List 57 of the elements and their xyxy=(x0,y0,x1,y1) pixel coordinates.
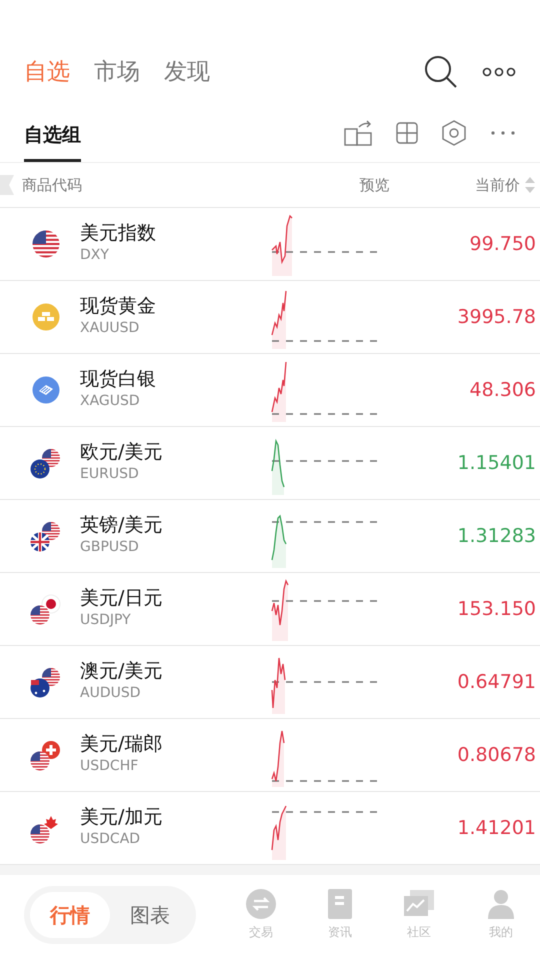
grid-icon[interactable] xyxy=(396,122,418,144)
more-icon[interactable] xyxy=(482,66,516,78)
price: 1.31283 xyxy=(456,524,537,549)
instrument-code: AUDUSD xyxy=(80,684,142,703)
instrument-name: 美元/瑞郎 xyxy=(80,733,164,756)
price: 1.15401 xyxy=(456,450,537,476)
instrument-code: USDCHF xyxy=(80,756,140,776)
price: 1.41201 xyxy=(456,816,537,841)
ingot-icon xyxy=(32,303,60,331)
price: 99.750 xyxy=(468,232,537,257)
settings-icon[interactable] xyxy=(442,120,466,146)
price: 153.150 xyxy=(456,596,537,622)
flag-icon xyxy=(32,230,60,258)
flag-icon xyxy=(30,447,62,479)
flag-icon xyxy=(30,520,62,552)
top-tab[interactable]: 自选 xyxy=(24,54,70,90)
flag-icon xyxy=(30,593,62,625)
instrument-code: GBPUSD xyxy=(80,538,140,557)
price: 0.64791 xyxy=(456,670,537,695)
price: 48.306 xyxy=(468,378,537,403)
search-icon[interactable] xyxy=(424,55,458,89)
column-header[interactable]: 当前价 xyxy=(475,174,520,196)
nav-tab[interactable]: 资讯 xyxy=(328,923,352,941)
top-tab[interactable]: 发现 xyxy=(164,54,210,90)
instrument-name: 美元指数 xyxy=(80,222,157,245)
flag-icon xyxy=(30,666,62,698)
price: 0.80678 xyxy=(456,742,537,768)
instrument-code: XAGUSD xyxy=(80,392,141,411)
chart-icon xyxy=(404,889,434,919)
column-header: 预览 xyxy=(360,174,390,196)
instrument-name: 美元/日元 xyxy=(80,587,164,610)
instrument-code: XAUUSD xyxy=(80,318,140,338)
bullion-icon xyxy=(32,376,60,404)
instrument-code: USDJPY xyxy=(80,610,132,630)
instrument-name: 现货白银 xyxy=(80,368,157,391)
group-tab[interactable]: 自选组 xyxy=(24,120,81,162)
nav-tab[interactable]: 我的 xyxy=(489,923,513,941)
instrument-name: 欧元/美元 xyxy=(80,441,164,464)
instrument-name: 英镑/美元 xyxy=(80,514,164,537)
nav-tab[interactable]: 社区 xyxy=(407,923,431,941)
instrument-name: 澳元/美元 xyxy=(80,660,164,683)
exchange-icon xyxy=(246,889,276,919)
instrument-code: EURUSD xyxy=(80,464,140,484)
flag-icon xyxy=(30,739,62,771)
column-header: 商品代码 xyxy=(22,174,82,196)
export-icon[interactable] xyxy=(344,120,372,146)
view-tab[interactable]: 图表 xyxy=(110,892,190,938)
instrument-code: DXY xyxy=(80,246,110,265)
person-icon xyxy=(486,889,516,919)
instrument-code: USDCAD xyxy=(80,830,142,849)
document-icon xyxy=(328,889,352,919)
top-tab[interactable]: 市场 xyxy=(94,54,140,90)
price: 3995.78 xyxy=(456,304,537,330)
nav-tab[interactable]: 交易 xyxy=(249,923,273,941)
instrument-name: 现货黄金 xyxy=(80,295,157,318)
instrument-name: 美元/加元 xyxy=(80,806,164,829)
view-tab[interactable]: 行情 xyxy=(30,892,110,938)
